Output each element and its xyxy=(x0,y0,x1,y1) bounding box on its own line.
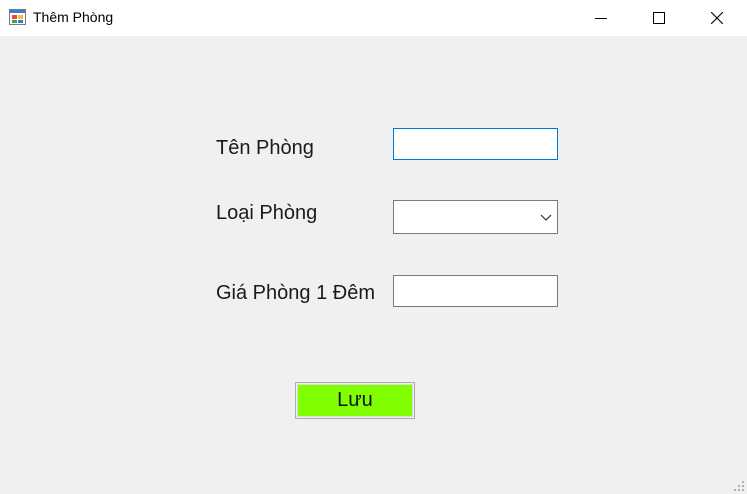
minimize-icon xyxy=(595,18,607,19)
maximize-icon xyxy=(653,12,665,24)
title-bar[interactable]: Thêm Phòng xyxy=(0,0,747,36)
resize-grip-icon[interactable] xyxy=(733,480,745,492)
close-button[interactable] xyxy=(688,0,746,36)
room-name-input[interactable] xyxy=(393,128,558,160)
save-button[interactable]: Lưu xyxy=(295,382,415,419)
price-per-night-input[interactable] xyxy=(393,275,558,307)
chevron-down-icon[interactable] xyxy=(540,212,552,222)
minimize-button[interactable] xyxy=(572,0,630,36)
save-button-label: Lưu xyxy=(337,389,373,411)
add-room-window: Thêm Phòng Tên Phòng Loại Phòng Giá Phòn… xyxy=(0,0,747,494)
maximize-button[interactable] xyxy=(630,0,688,36)
form-body: Tên Phòng Loại Phòng Giá Phòng 1 Đêm Lưu xyxy=(0,36,747,494)
room-type-select[interactable] xyxy=(393,200,558,234)
price-per-night-label: Giá Phòng 1 Đêm xyxy=(216,282,375,304)
close-icon xyxy=(711,12,723,24)
window-title: Thêm Phòng xyxy=(33,9,114,25)
form-app-icon[interactable] xyxy=(9,9,26,25)
room-type-label: Loại Phòng xyxy=(216,202,318,224)
room-name-label: Tên Phòng xyxy=(216,137,314,159)
